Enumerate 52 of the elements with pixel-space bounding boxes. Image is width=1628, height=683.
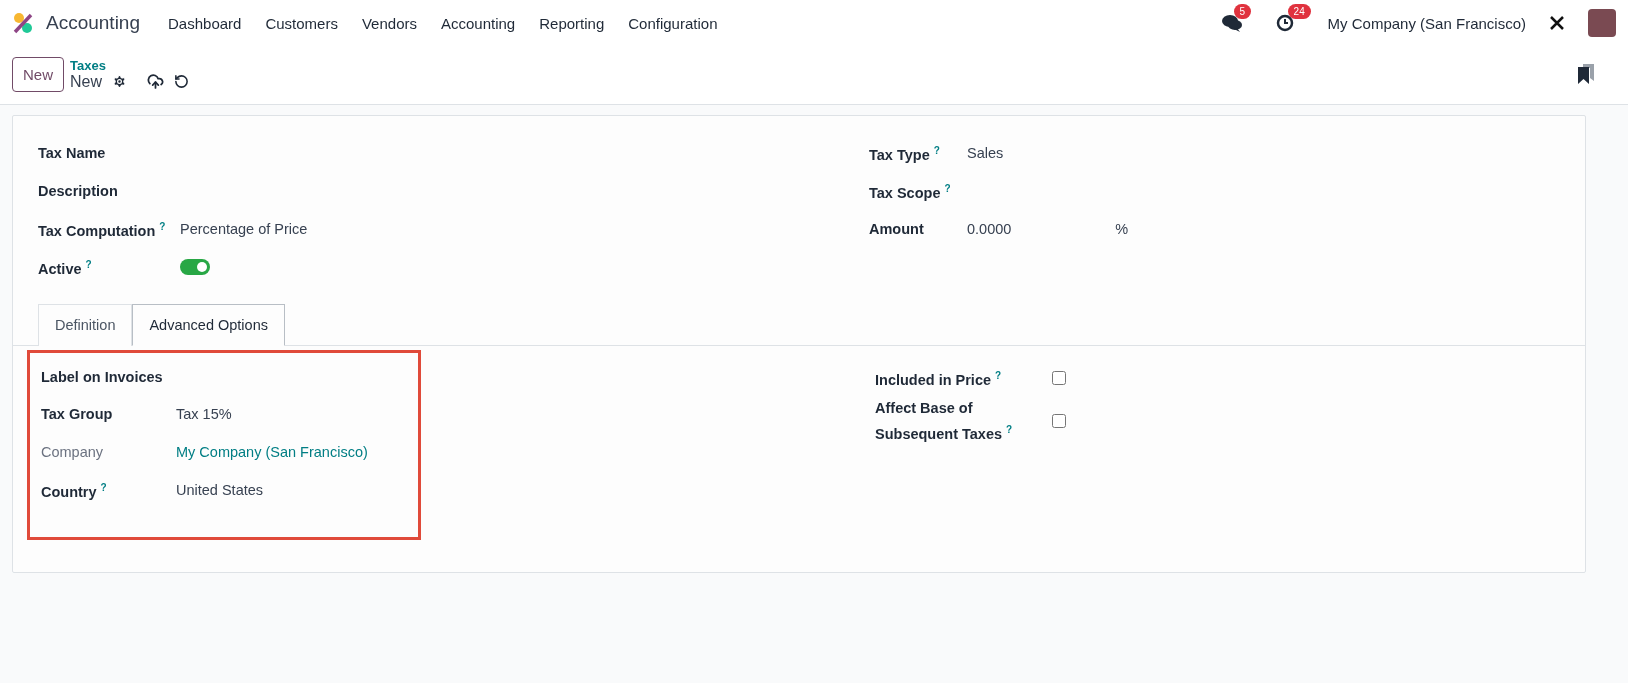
- app-name[interactable]: Accounting: [46, 12, 140, 34]
- help-icon[interactable]: ?: [933, 145, 940, 157]
- field-label: Tax Type $^{?}$: [869, 144, 941, 165]
- discard-icon[interactable]: [174, 74, 190, 89]
- notification-badge: 5: [1233, 4, 1252, 19]
- clock-icon[interactable]: [1275, 14, 1294, 32]
- unit-label: %: [1115, 221, 1129, 237]
- field-value: Sales: [967, 145, 1004, 161]
- checkbox[interactable]: [1052, 371, 1066, 385]
- menu-item[interactable]: Configuration: [618, 14, 728, 32]
- field-label: Description: [38, 182, 119, 201]
- menu-item[interactable]: Dashboard: [158, 14, 252, 32]
- menu-item[interactable]: Customers: [255, 14, 348, 32]
- field-label: Affect Base of Subsequent Taxes $^{?}$: [875, 399, 1014, 444]
- help-icon[interactable]: ?: [995, 370, 1002, 382]
- company-link[interactable]: My Company (San Francisco): [176, 444, 368, 460]
- logo-icon[interactable]: [12, 12, 34, 34]
- field-label: Active $^{?}$: [38, 258, 93, 279]
- new-button[interactable]: New: [12, 56, 64, 92]
- tab[interactable]: Definition: [38, 304, 133, 346]
- toggle-switch[interactable]: [180, 259, 210, 275]
- bookmark-icon[interactable]: [1578, 64, 1594, 84]
- tab[interactable]: Advanced Options: [132, 304, 285, 346]
- field-label: Tax Computation $^{?}$: [38, 220, 167, 241]
- company-switcher[interactable]: My Company (San Francisco): [1327, 14, 1526, 32]
- amount-value[interactable]: 0.0000: [967, 221, 1012, 237]
- field-label: Tax Scope $^{?}$: [869, 182, 952, 203]
- field-value: Tax 15%: [176, 406, 232, 422]
- breadcrumb-link[interactable]: Taxes: [70, 57, 190, 73]
- save-icon[interactable]: [147, 73, 165, 90]
- help-icon[interactable]: ?: [100, 482, 107, 494]
- field-value: Percentage of Price: [180, 221, 308, 237]
- help-icon[interactable]: ?: [1006, 424, 1013, 435]
- section-title: Label on Invoices: [41, 368, 164, 387]
- menu-item[interactable]: Reporting: [529, 14, 615, 32]
- help-icon[interactable]: ?: [159, 221, 166, 233]
- field-label: Tax Name: [38, 144, 107, 163]
- field-label: Company: [41, 443, 105, 462]
- breadcrumb-current: New: [70, 72, 103, 91]
- checkbox[interactable]: [1052, 413, 1066, 428]
- field-label: Amount: [869, 220, 925, 239]
- field-value: United States: [176, 482, 264, 498]
- menu-item[interactable]: Vendors: [351, 14, 427, 32]
- field-label: Tax Group: [41, 405, 114, 424]
- field-label: Included in Price $^{?}$: [875, 369, 1003, 390]
- help-icon[interactable]: ?: [85, 259, 92, 271]
- chat-icon[interactable]: [1221, 14, 1242, 32]
- settings-icon[interactable]: [112, 74, 128, 89]
- menu-item[interactable]: Accounting: [431, 14, 526, 32]
- help-icon[interactable]: ?: [944, 183, 951, 195]
- notification-badge: 24: [1287, 4, 1311, 19]
- field-label: Country $^{?}$: [41, 481, 108, 502]
